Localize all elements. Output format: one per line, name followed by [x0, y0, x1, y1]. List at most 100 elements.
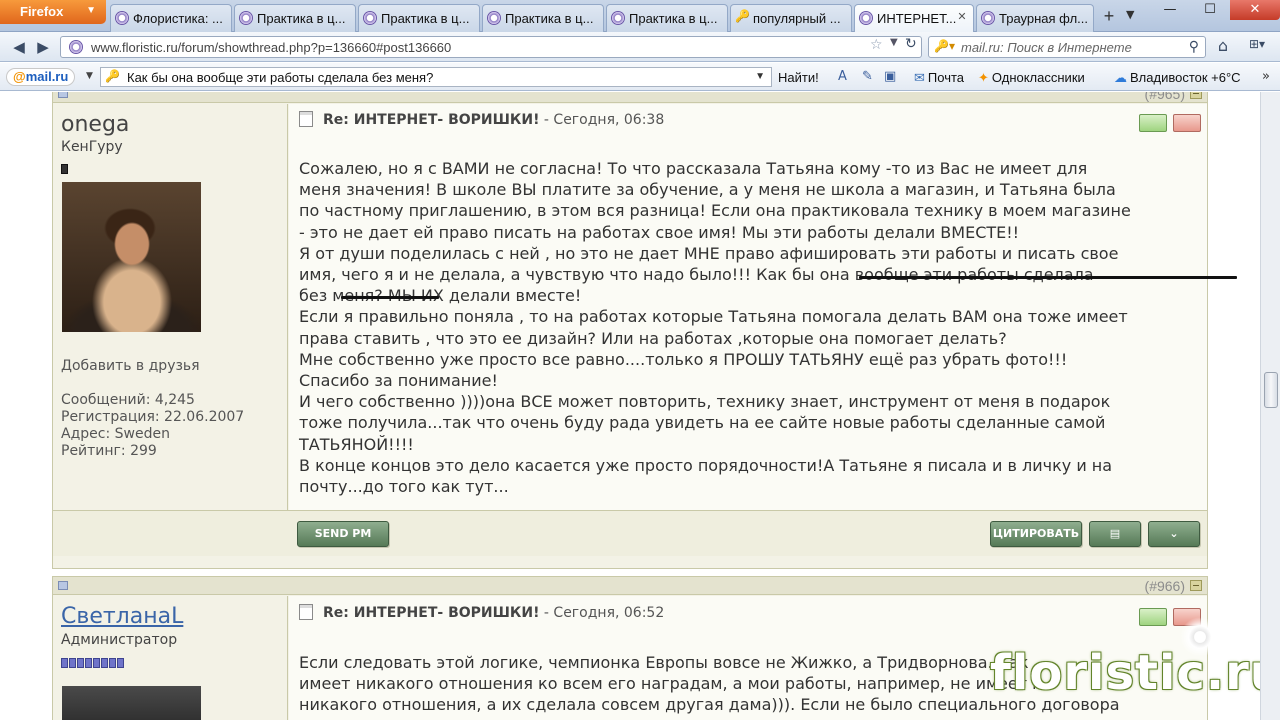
logo-at: @ [13, 69, 26, 84]
username[interactable]: СветланаL [61, 604, 183, 629]
chevron-down-icon[interactable]: ▼ [86, 71, 93, 81]
tab-list-icon[interactable]: ▼ [1126, 8, 1134, 21]
search-input[interactable]: 🔑▾ mail.ru: Поиск в Интернете ⚲ [928, 36, 1206, 58]
screenshot-icon[interactable]: ▣ [884, 69, 896, 84]
post-line: - это не дает ей право писать на работах… [299, 222, 1020, 242]
tab-praktika-4[interactable]: Практика в ц... [606, 4, 728, 32]
post-line: почту...до того как тут... [299, 477, 509, 497]
mailru-search-input[interactable]: 🔑 Как бы она вообще эти работы сделала б… [100, 67, 772, 87]
post-line: В конце концов это дело касается уже про… [299, 455, 1113, 475]
add-friend-link[interactable]: Добавить в друзья [61, 358, 200, 375]
page-viewport: (#965) onega КенГуру Добавить в друзья С… [0, 92, 1260, 720]
font-size-icon[interactable]: A [838, 69, 847, 84]
tab-praktika-1[interactable]: Практика в ц... [234, 4, 356, 32]
user-avatar[interactable] [62, 686, 201, 720]
home-icon[interactable]: ⌂ [1212, 36, 1234, 55]
extension-icon[interactable]: ⊞▾ [1244, 37, 1270, 57]
scrollbar-thumb[interactable] [1264, 372, 1278, 408]
quote-document-icon: ▤ [1109, 527, 1121, 540]
document-icon [299, 604, 313, 620]
maximize-button[interactable]: ☐ [1190, 0, 1230, 20]
back-arrow-icon[interactable]: ◀ [8, 36, 30, 58]
underline-mark [341, 296, 439, 299]
more-arrow-icon[interactable]: » [1262, 69, 1270, 84]
weather-label: Владивосток +6°C [1130, 70, 1241, 85]
post-title: Re: ИНТЕРНЕТ- ВОРИШКИ! - Сегодня, 06:38 [299, 111, 664, 128]
tab-praktika-3[interactable]: Практика в ц... [482, 4, 604, 32]
post-line: имя, чего я и не делала, а чувствую что … [299, 264, 1211, 285]
collapse-icon[interactable] [1190, 92, 1202, 99]
rate-up-button[interactable] [1139, 608, 1167, 626]
reputation-bar [61, 653, 125, 668]
post-number-link[interactable]: (#965) [1145, 92, 1185, 102]
post-title-text: Re: ИНТЕРНЕТ- ВОРИШКИ! [323, 112, 540, 128]
minimize-button[interactable]: — [1150, 0, 1190, 20]
post-line: меня значения! В школе ВЫ платите за обу… [299, 180, 1116, 200]
tab-populyarny[interactable]: 🔑 популярный ... [730, 4, 852, 32]
collapse-icon[interactable] [1190, 580, 1202, 591]
user-info-panel: СветланаL Администратор [53, 596, 288, 720]
search-icon[interactable]: ⚲ [1189, 38, 1199, 55]
flower-favicon-icon [487, 11, 501, 25]
close-icon[interactable]: ✕ [955, 10, 969, 24]
send-pm-button[interactable]: SEND PM [297, 521, 389, 547]
forum-post: (#965) onega КенГуру Добавить в друзья С… [52, 92, 1237, 569]
chevron-down-icon[interactable]: ▼ [755, 71, 765, 82]
url-text: www.floristic.ru/forum/showthread.php?p=… [91, 40, 452, 55]
tab-internet-active[interactable]: ИНТЕРНЕТ... ✕ [854, 4, 974, 32]
flower-favicon-icon [69, 40, 83, 54]
tab-label: Практика в ц... [629, 11, 718, 26]
tab-praktika-2[interactable]: Практика в ц... [358, 4, 480, 32]
new-tab-button[interactable]: + [1098, 6, 1120, 28]
vertical-scrollbar[interactable] [1260, 92, 1280, 720]
highlight-pen-icon[interactable]: ✎ [862, 69, 873, 84]
stat-rating: Рейтинг: 299 [61, 443, 157, 459]
reload-icon[interactable]: ↻ [905, 36, 917, 52]
tab-label: Практика в ц... [505, 11, 594, 26]
post-time: - Сегодня, 06:52 [539, 605, 665, 621]
mail-link[interactable]: ✉ Почта [914, 70, 964, 86]
expand-button[interactable]: ⌄ [1148, 521, 1200, 547]
rate-down-button[interactable] [1173, 114, 1201, 132]
search-engine-icon[interactable]: 🔑▾ [934, 39, 955, 53]
rate-up-button[interactable] [1139, 114, 1167, 132]
odnoklassniki-icon: ✦ [978, 70, 989, 85]
bookmark-star-icon[interactable]: ☆ [870, 37, 883, 53]
post-number-link[interactable]: (#966) [1145, 578, 1185, 594]
flower-favicon-icon [363, 11, 377, 25]
url-history-dropdown-icon[interactable]: ▼ [890, 37, 898, 48]
post-title-text: Re: ИНТЕРНЕТ- ВОРИШКИ! [323, 605, 540, 621]
reputation-bar [61, 159, 69, 174]
forward-arrow-icon[interactable]: ▶ [32, 36, 54, 58]
odnoklassniki-link[interactable]: ✦ Одноклассники [978, 70, 1085, 86]
user-avatar[interactable] [62, 182, 201, 332]
post-title: Re: ИНТЕРНЕТ- ВОРИШКИ! - Сегодня, 06:52 [299, 604, 664, 621]
url-bar[interactable]: www.floristic.ru/forum/showthread.php?p=… [60, 36, 922, 58]
tab-label: Траурная фл... [999, 11, 1089, 26]
mailru-logo[interactable]: @mail.ru [6, 68, 76, 86]
multi-quote-button[interactable]: ▤ [1089, 521, 1141, 547]
quote-button[interactable]: ЦИТИРОВАТЬ [990, 521, 1082, 547]
find-button[interactable]: Найти! [778, 70, 819, 85]
tab-traurnaya[interactable]: Траурная фл... [976, 4, 1094, 32]
post-line: Мне собственно уже просто все равно....т… [299, 349, 1068, 369]
user-title: Администратор [61, 632, 178, 648]
flower-favicon-icon [611, 11, 625, 25]
tab-floristika[interactable]: Флористика: ... [110, 4, 232, 32]
post-line-part: имя, чего я и не делала, а чувствую что … [299, 265, 768, 285]
post-line: Спасибо за понимание! [299, 371, 498, 391]
close-window-button[interactable]: ✕ [1230, 0, 1280, 20]
underline-mark [859, 276, 1237, 279]
watermark-text: floristic.ru [990, 645, 1260, 701]
post-line: ТАТЬЯНОЙ!!!! [299, 434, 414, 454]
stat-registered: Регистрация: 22.06.2007 [61, 409, 245, 425]
flower-favicon-icon [115, 11, 129, 25]
post-line: права ставить , что это ее дизайн? Или н… [299, 328, 1007, 348]
firefox-menu-button[interactable]: Firefox ▼ [0, 0, 106, 24]
highlighted-quote: ак бы она вообще эти работы сделала [767, 265, 1094, 285]
weather-link[interactable]: ☁ Владивосток +6°C [1114, 70, 1241, 86]
username[interactable]: onega [61, 112, 129, 137]
user-info-panel: onega КенГуру Добавить в друзья Сообщени… [53, 104, 288, 510]
envelope-icon: ✉ [914, 70, 925, 85]
post-line: Если я правильно поняла , то на работах … [299, 307, 1128, 327]
